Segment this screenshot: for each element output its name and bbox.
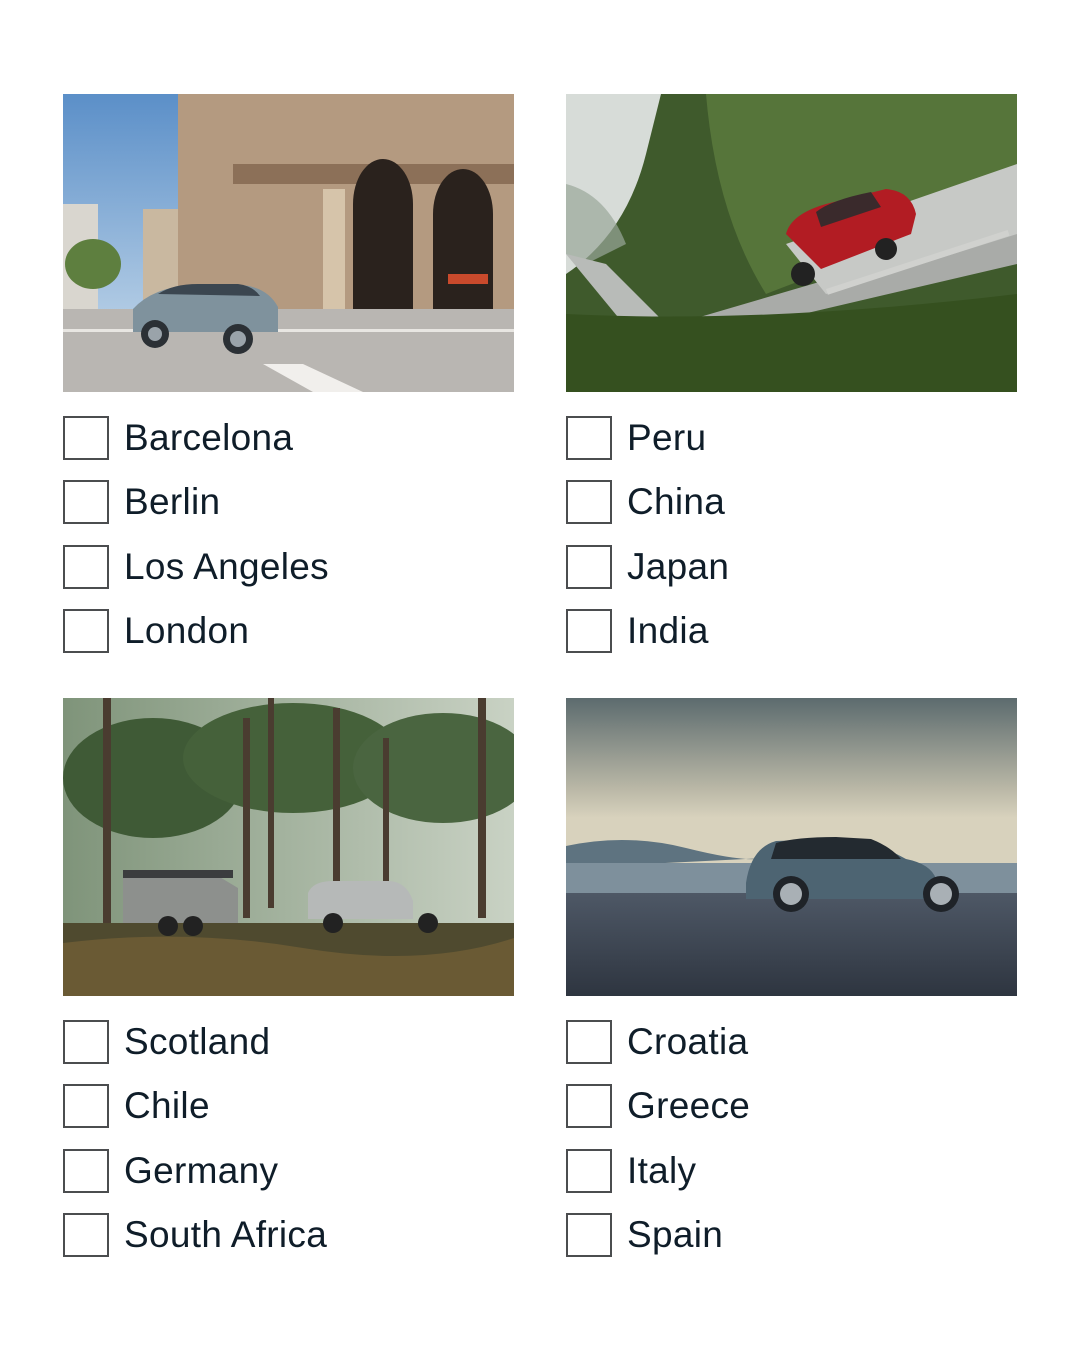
checkbox[interactable] (63, 1149, 109, 1193)
option-china[interactable]: China (566, 480, 725, 524)
option-label: Greece (627, 1085, 751, 1126)
option-chile[interactable]: Chile (63, 1084, 210, 1128)
option-italy[interactable]: Italy (566, 1149, 696, 1193)
option-label: Japan (627, 546, 730, 587)
option-label: Los Angeles (124, 546, 329, 587)
coastal-dusk-image (566, 698, 1017, 996)
option-label: Spain (627, 1214, 724, 1255)
checkbox[interactable] (566, 480, 612, 524)
option-south-africa[interactable]: South Africa (63, 1213, 327, 1257)
option-croatia[interactable]: Croatia (566, 1020, 748, 1064)
option-los-angeles[interactable]: Los Angeles (63, 545, 329, 589)
photo-mountain-stairs (566, 94, 1017, 392)
option-greece[interactable]: Greece (566, 1084, 750, 1128)
checkbox[interactable] (566, 545, 612, 589)
checkbox[interactable] (63, 1213, 109, 1257)
option-label: Scotland (124, 1021, 271, 1062)
option-label: Peru (627, 417, 707, 458)
option-barcelona[interactable]: Barcelona (63, 416, 293, 460)
option-label: Chile (124, 1085, 210, 1126)
option-label: India (627, 610, 709, 651)
checkbox[interactable] (566, 1020, 612, 1064)
checkbox[interactable] (63, 1020, 109, 1064)
photo-coastal-dusk (566, 698, 1017, 996)
option-scotland[interactable]: Scotland (63, 1020, 270, 1064)
checkbox[interactable] (63, 1084, 109, 1128)
photo-city-street (63, 94, 514, 392)
option-label: Berlin (124, 481, 221, 522)
option-label: Italy (627, 1150, 697, 1191)
pine-forest-image (63, 698, 514, 996)
checkbox[interactable] (566, 609, 612, 653)
option-label: Germany (124, 1150, 279, 1191)
photo-pine-forest (63, 698, 514, 996)
checkbox[interactable] (566, 416, 612, 460)
checkbox[interactable] (63, 545, 109, 589)
option-spain[interactable]: Spain (566, 1213, 723, 1257)
option-india[interactable]: India (566, 609, 709, 653)
option-label: Barcelona (124, 417, 294, 458)
checkbox[interactable] (566, 1084, 612, 1128)
option-japan[interactable]: Japan (566, 545, 729, 589)
checkbox[interactable] (63, 416, 109, 460)
option-label: Croatia (627, 1021, 749, 1062)
option-label: South Africa (124, 1214, 328, 1255)
option-peru[interactable]: Peru (566, 416, 706, 460)
option-label: China (627, 481, 726, 522)
checkbox[interactable] (63, 480, 109, 524)
option-berlin[interactable]: Berlin (63, 480, 220, 524)
mountain-stairs-image (566, 94, 1017, 392)
checkbox[interactable] (566, 1213, 612, 1257)
city-street-image (63, 94, 514, 392)
option-london[interactable]: London (63, 609, 249, 653)
checkbox[interactable] (566, 1149, 612, 1193)
checkbox[interactable] (63, 609, 109, 653)
option-label: London (124, 610, 250, 651)
option-germany[interactable]: Germany (63, 1149, 278, 1193)
